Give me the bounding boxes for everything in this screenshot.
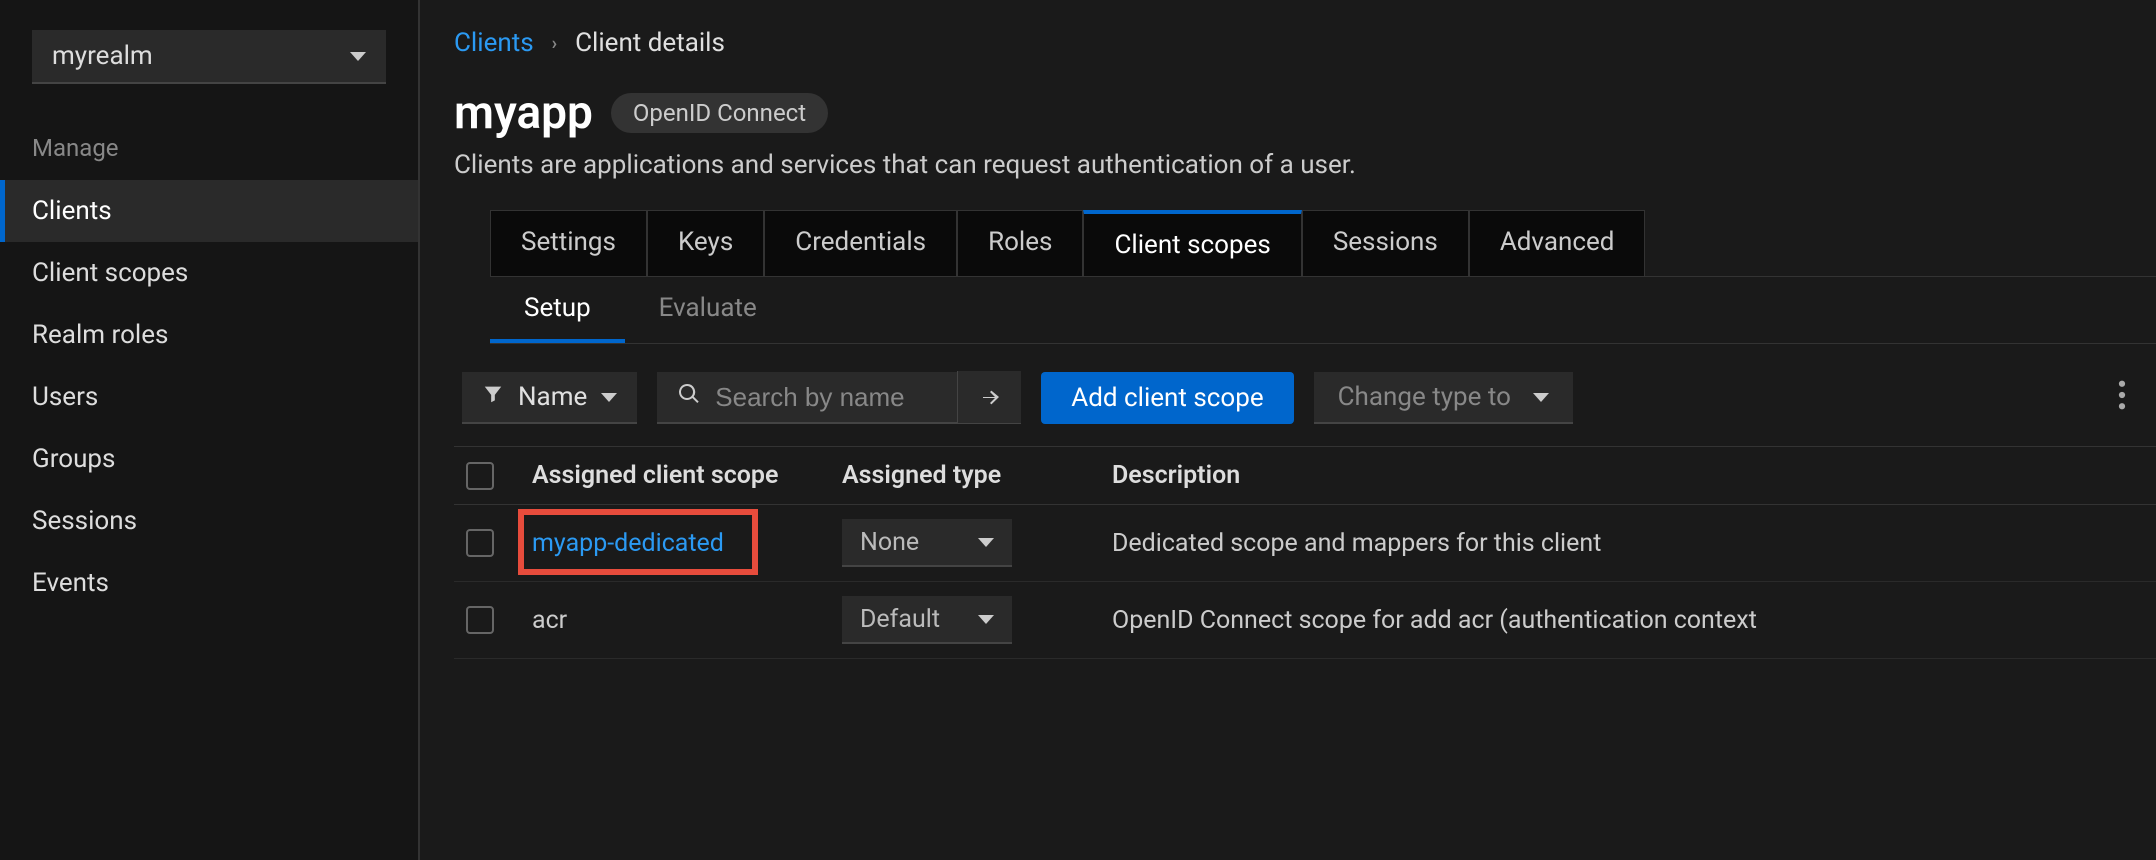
tab-sessions[interactable]: Sessions xyxy=(1302,210,1469,276)
protocol-pill: OpenID Connect xyxy=(611,93,828,133)
row-checkbox[interactable] xyxy=(466,606,494,634)
chevron-right-icon: › xyxy=(552,33,557,54)
sidebar-item-clients[interactable]: Clients xyxy=(0,180,418,242)
add-client-scope-button[interactable]: Add client scope xyxy=(1041,372,1293,424)
sidebar: myrealm Manage Clients Client scopes Rea… xyxy=(0,0,420,860)
scope-name-acr[interactable]: acr xyxy=(532,606,567,635)
search-submit-button[interactable] xyxy=(957,371,1021,423)
sidebar-item-sessions[interactable]: Sessions xyxy=(0,490,418,552)
change-type-label: Change type to xyxy=(1338,382,1511,412)
search-icon xyxy=(677,382,701,412)
caret-down-icon xyxy=(978,615,994,624)
sidebar-item-groups[interactable]: Groups xyxy=(0,428,418,490)
sidebar-item-realm-roles[interactable]: Realm roles xyxy=(0,304,418,366)
tab-keys[interactable]: Keys xyxy=(647,210,764,276)
realm-selected-label: myrealm xyxy=(52,41,153,71)
page-header: myapp OpenID Connect xyxy=(454,86,2156,140)
toolbar: Name Add client scope Change type to xyxy=(454,350,2156,447)
sidebar-item-client-scopes[interactable]: Client scopes xyxy=(0,242,418,304)
tab-settings[interactable]: Settings xyxy=(490,210,647,276)
sidebar-item-users[interactable]: Users xyxy=(0,366,418,428)
row-description: Dedicated scope and mappers for this cli… xyxy=(1112,529,2148,558)
caret-down-icon xyxy=(978,538,994,547)
breadcrumb-current: Client details xyxy=(575,28,725,58)
tab-roles[interactable]: Roles xyxy=(957,210,1083,276)
sidebar-section-label: Manage xyxy=(0,134,418,180)
caret-down-icon xyxy=(1533,393,1549,402)
filter-label: Name xyxy=(518,382,587,412)
assigned-type-value: None xyxy=(860,528,919,557)
page-subtitle: Clients are applications and services th… xyxy=(454,150,2156,180)
col-assigned-type: Assigned type xyxy=(842,461,1102,490)
tab-advanced[interactable]: Advanced xyxy=(1469,210,1646,276)
secondary-tabs: Setup Evaluate xyxy=(490,277,2156,344)
col-description: Description xyxy=(1112,461,2148,490)
assigned-type-select[interactable]: Default xyxy=(842,596,1012,644)
row-description: OpenID Connect scope for add acr (authen… xyxy=(1112,606,2148,635)
breadcrumb: Clients › Client details xyxy=(454,28,2156,58)
realm-selector[interactable]: myrealm xyxy=(32,30,386,84)
filter-icon xyxy=(482,382,504,412)
main-content: Clients › Client details myapp OpenID Co… xyxy=(420,0,2156,860)
row-checkbox[interactable] xyxy=(466,529,494,557)
assigned-type-select[interactable]: None xyxy=(842,519,1012,567)
search-box xyxy=(657,372,1021,424)
table-header-row: Assigned client scope Assigned type Desc… xyxy=(454,447,2156,505)
client-scopes-table: Assigned client scope Assigned type Desc… xyxy=(454,447,2156,659)
kebab-menu-button[interactable] xyxy=(2096,380,2148,416)
subtab-evaluate[interactable]: Evaluate xyxy=(625,277,791,343)
table-row: acr Default OpenID Connect scope for add… xyxy=(454,582,2156,659)
scope-link-myapp-dedicated[interactable]: myapp-dedicated xyxy=(532,529,724,558)
page-title: myapp xyxy=(454,86,593,140)
caret-down-icon xyxy=(601,393,617,402)
col-assigned-scope: Assigned client scope xyxy=(532,461,832,490)
breadcrumb-clients-link[interactable]: Clients xyxy=(454,28,534,58)
search-input[interactable] xyxy=(715,382,937,413)
assigned-type-value: Default xyxy=(860,605,940,634)
subtab-setup[interactable]: Setup xyxy=(490,277,625,343)
table-row: myapp-dedicated None Dedicated scope and… xyxy=(454,505,2156,582)
change-type-dropdown[interactable]: Change type to xyxy=(1314,372,1573,424)
select-all-checkbox[interactable] xyxy=(466,462,494,490)
caret-down-icon xyxy=(350,52,366,61)
tab-client-scopes[interactable]: Client scopes xyxy=(1083,210,1301,276)
primary-tabs: Settings Keys Credentials Roles Client s… xyxy=(490,210,2156,277)
filter-dropdown[interactable]: Name xyxy=(462,372,637,424)
sidebar-item-events[interactable]: Events xyxy=(0,552,418,614)
tab-credentials[interactable]: Credentials xyxy=(764,210,957,276)
